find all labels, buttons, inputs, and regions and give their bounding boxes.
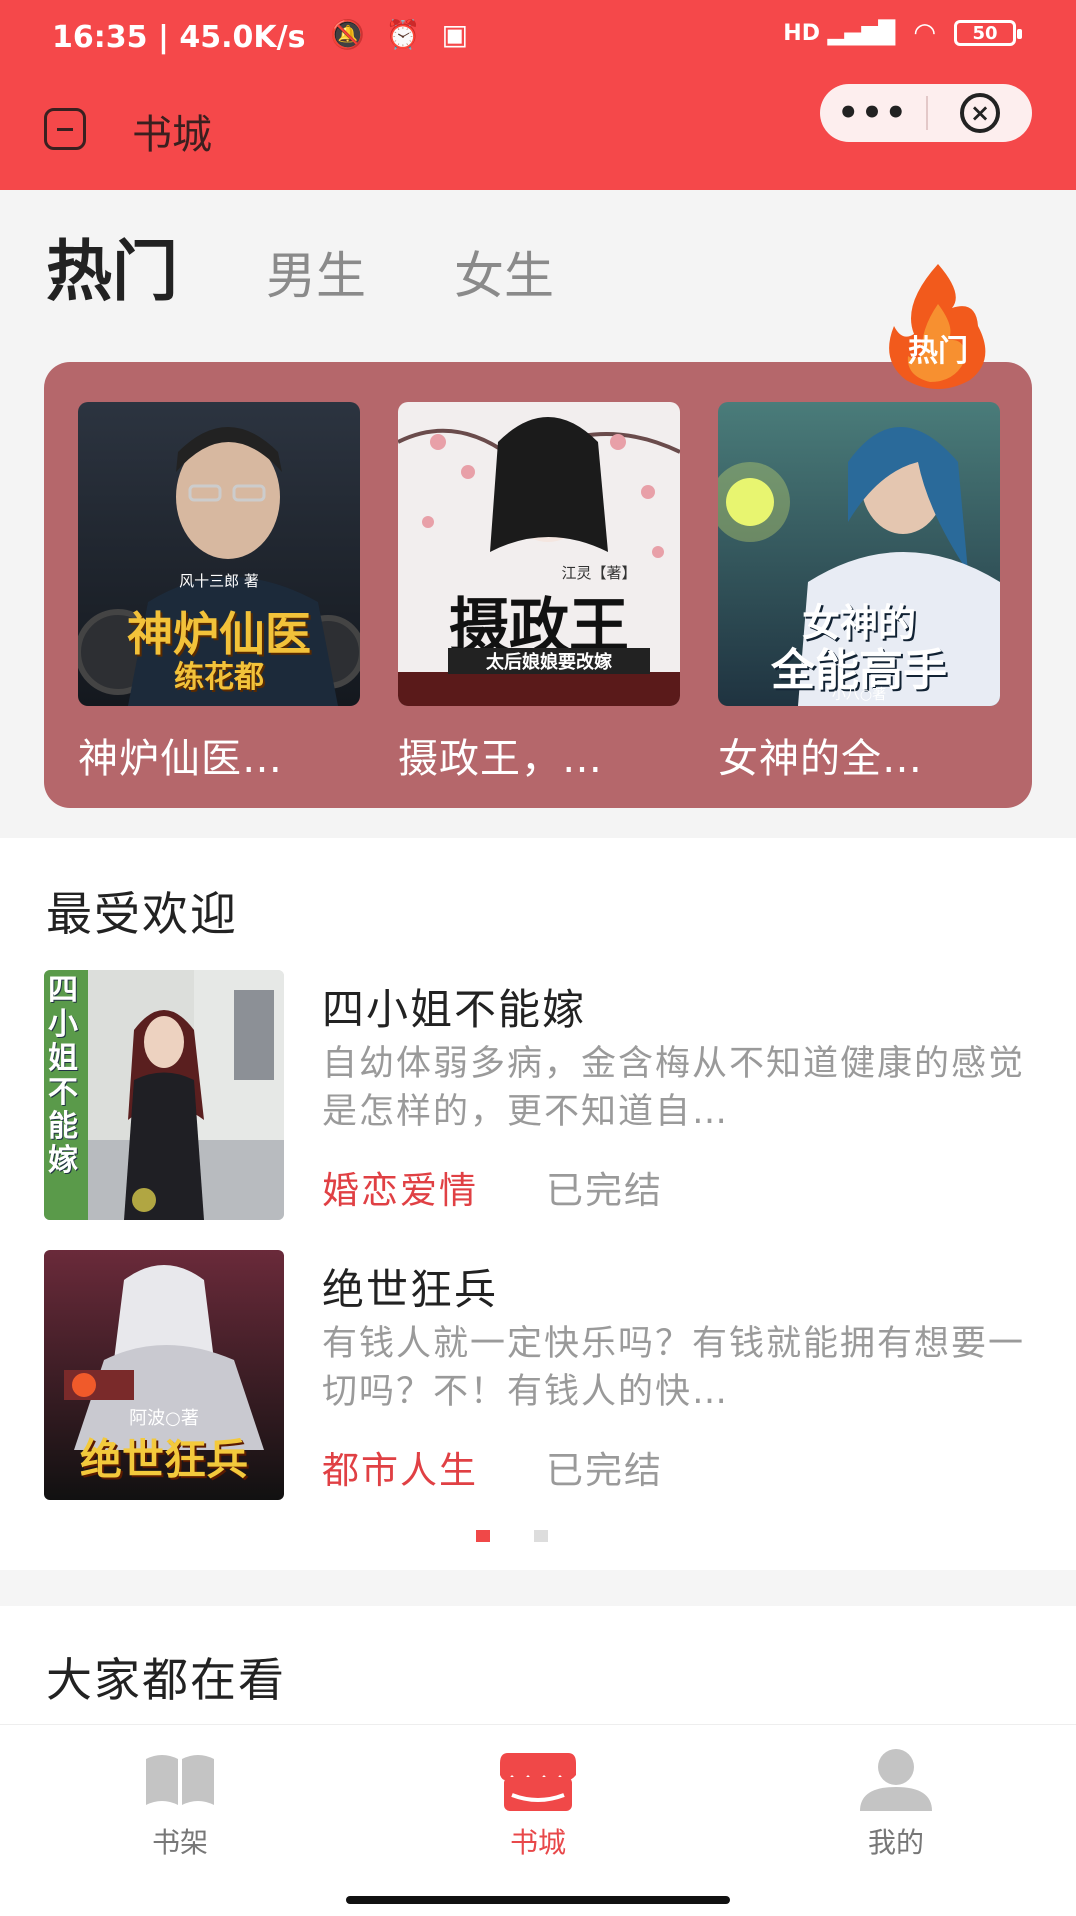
category-tabs: 热门 男生 女生 (46, 218, 554, 314)
hot-book-card[interactable]: 风十三郎 著 神炉仙医 练花都 神炉仙医… (78, 402, 360, 784)
nav-bar: 书城 ••• × (0, 80, 1076, 190)
bookstore-icon (498, 1745, 578, 1815)
cover-title: 绝世狂兵 (79, 1435, 248, 1484)
tab-hot[interactable]: 热门 (46, 218, 178, 314)
hot-book-title: 神炉仙医… (78, 736, 283, 782)
bottom-nav: 书架 书城 我的 (0, 1724, 1076, 1916)
status-badge: 已完结 (546, 1449, 663, 1492)
status-right: HD ▂▄▆█ ◠ 50 (783, 18, 1022, 48)
hot-books-panel: 风十三郎 著 神炉仙医 练花都 神炉仙医… 江灵【著】 摄政王 太后娘娘要改嫁 … (44, 264, 1032, 808)
section-title: 大家都在看 (46, 1653, 286, 1707)
book-description: 有钱人就一定快乐吗？有钱就能拥有想要一切吗？不！有钱人的快… (322, 1324, 1026, 1412)
book-cover: 风十三郎 著 神炉仙医 练花都 (78, 402, 360, 706)
pagination-dots (476, 1530, 548, 1542)
list-item[interactable]: 阿波○著 绝世狂兵 绝世狂兵 有钱人就一定快乐吗？有钱就能拥有想要一切吗？不！有… (44, 1250, 1034, 1500)
status-time: 16:35 | 45.0K/s (52, 20, 306, 55)
hot-book-title: 女神的全… (718, 736, 923, 782)
book-title: 四小姐不能嫁 (322, 985, 587, 1034)
hot-book-card[interactable]: 女神的 全能高手 小八○著 女神的全… (718, 402, 1000, 784)
nav-label: 书城 (509, 1826, 566, 1859)
cover-author: 小八○著 (831, 687, 887, 703)
page-dot[interactable] (534, 1530, 548, 1542)
wifi-icon: ◠ (913, 18, 936, 48)
book-cover: 江灵【著】 摄政王 太后娘娘要改嫁 (398, 402, 680, 706)
cover-subtitle: 太后娘娘要改嫁 (448, 648, 650, 674)
alarm-icon: ⏰ (385, 18, 427, 51)
status-indicators: 🔕 ⏰ ▣ (330, 18, 474, 51)
book-cover: 女神的 全能高手 小八○著 (718, 402, 1000, 706)
mini-program-capsule: ••• × (820, 84, 1032, 142)
book-cover: 阿波○著 绝世狂兵 (44, 1250, 284, 1500)
home-indicator[interactable] (346, 1896, 730, 1904)
list-item[interactable]: 四小姐不能嫁 四小姐不能嫁 自幼体弱多病，金含梅从不知道健康的感觉是怎样的，更不… (44, 970, 1034, 1220)
genre-tag: 婚恋爱情 (322, 1169, 478, 1212)
book-title: 绝世狂兵 (322, 1265, 499, 1314)
home-icon[interactable] (44, 108, 86, 150)
bookshelf-icon (140, 1745, 220, 1815)
tab-male[interactable]: 男生 (266, 236, 366, 308)
nav-label: 我的 (867, 1826, 924, 1859)
reading-section: 大家都在看 (0, 1606, 1076, 1726)
hot-book-title: 摄政王，… (398, 736, 603, 782)
more-button[interactable]: ••• (820, 93, 926, 133)
close-button[interactable]: × (928, 93, 1032, 133)
profile-icon (856, 1745, 936, 1815)
tab-female[interactable]: 女生 (454, 236, 554, 308)
hot-badge: 热门 (880, 264, 996, 392)
nav-label: 书架 (151, 1826, 208, 1859)
book-cover: 四小姐不能嫁 (44, 970, 284, 1220)
signal-icon: HD ▂▄▆█ (783, 20, 896, 46)
nav-item-bookshelf[interactable]: 书架 (100, 1745, 260, 1861)
hot-section: 热门 男生 女生 风十三郎 著 神炉仙医 练花都 神炉仙医… 江灵【著】 摄政王… (0, 190, 1076, 838)
mute-icon: 🔕 (330, 18, 371, 51)
page-title: 书城 (132, 112, 212, 158)
status-bar: 16:35 | 45.0K/s 🔕 ⏰ ▣ HD ▂▄▆█ ◠ 50 (0, 0, 1076, 78)
page-dot-active[interactable] (476, 1530, 490, 1542)
section-title: 最受欢迎 (46, 887, 238, 941)
book-description: 自幼体弱多病，金含梅从不知道健康的感觉是怎样的，更不知道自… (322, 1044, 1026, 1132)
nav-item-bookstore[interactable]: 书城 (458, 1745, 618, 1861)
status-badge: 已完结 (546, 1169, 663, 1212)
cover-title: 四小姐不能嫁 (48, 973, 78, 1178)
close-icon: × (960, 93, 1000, 133)
genre-tag: 都市人生 (322, 1449, 478, 1492)
hot-badge-label: 热门 (908, 334, 968, 369)
top-header: 16:35 | 45.0K/s 🔕 ⏰ ▣ HD ▂▄▆█ ◠ 50 书城 ••… (0, 0, 1076, 190)
cover-author: 风十三郎 著 (179, 572, 259, 590)
nav-item-profile[interactable]: 我的 (816, 1745, 976, 1861)
hot-book-card[interactable]: 江灵【著】 摄政王 太后娘娘要改嫁 摄政王，… (398, 402, 680, 784)
nfc-icon: ▣ (441, 18, 475, 51)
cover-subtitle: 练花都 (174, 660, 264, 695)
battery-icon: 50 (954, 20, 1022, 46)
popular-section: 最受欢迎 四小姐不能嫁 四小姐不能嫁 自幼体弱多病，金含梅从不知道健康的感觉是怎… (0, 838, 1076, 1570)
